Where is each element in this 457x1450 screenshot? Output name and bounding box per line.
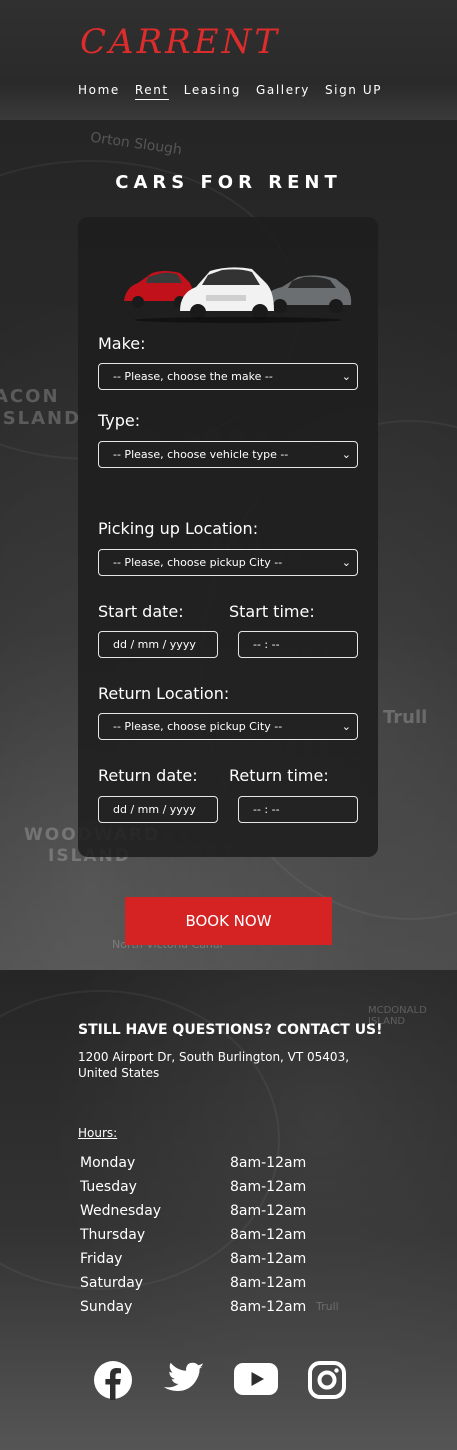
hours-row: Wednesday 8am-12am <box>80 1200 340 1224</box>
hours-row: Sunday 8am-12am <box>80 1296 340 1320</box>
hours-time: 8am-12am <box>230 1251 307 1267</box>
main-nav: Home Rent Leasing Gallery Sign UP <box>78 82 397 100</box>
youtube-icon[interactable] <box>234 1363 278 1395</box>
logo[interactable]: CARRENT <box>80 22 280 62</box>
hours-row: Thursday 8am-12am <box>80 1224 340 1248</box>
hours-time: 8am-12am <box>230 1203 307 1219</box>
type-select[interactable]: -- Please, choose vehicle type -- ⌄ <box>98 441 358 468</box>
chevron-down-icon: ⌄ <box>341 370 351 383</box>
site-footer: MCDONALD ISLAND Trull STILL HAVE QUESTIO… <box>0 970 457 1450</box>
hours-time: 8am-12am <box>230 1299 307 1315</box>
hours-day: Monday <box>80 1155 136 1171</box>
instagram-icon[interactable] <box>308 1361 346 1399</box>
cars-image <box>124 267 352 323</box>
hours-row: Monday 8am-12am <box>80 1152 340 1176</box>
site-header: CARRENT Home Rent Leasing Gallery Sign U… <box>0 0 457 120</box>
nav-leasing[interactable]: Leasing <box>184 82 241 100</box>
pickup-location-select[interactable]: -- Please, choose pickup City -- ⌄ <box>98 549 358 576</box>
nav-sign-up[interactable]: Sign UP <box>325 82 382 100</box>
map-label: MCDONALD <box>368 1005 427 1016</box>
return-location-value: -- Please, choose pickup City -- <box>113 720 283 733</box>
page-title: CARS FOR RENT <box>115 172 342 193</box>
type-select-value: -- Please, choose vehicle type -- <box>113 448 289 461</box>
chevron-down-icon: ⌄ <box>341 448 351 461</box>
nav-home[interactable]: Home <box>78 82 120 100</box>
contact-title: STILL HAVE QUESTIONS? CONTACT US! <box>78 1022 383 1038</box>
hours-time: 8am-12am <box>230 1179 307 1195</box>
pickup-location-label: Picking up Location: <box>98 519 259 538</box>
chevron-down-icon: ⌄ <box>341 720 351 733</box>
hours-day: Tuesday <box>80 1179 137 1195</box>
book-now-button[interactable]: BOOK NOW <box>125 897 332 945</box>
type-label: Type: <box>98 411 141 430</box>
hours-day: Friday <box>80 1251 123 1267</box>
map-label: Orton Slough <box>89 129 183 159</box>
nav-rent[interactable]: Rent <box>134 82 169 100</box>
twitter-icon[interactable] <box>163 1362 205 1398</box>
return-location-select[interactable]: -- Please, choose pickup City -- ⌄ <box>98 713 358 740</box>
address: 1200 Airport Dr, South Burlington, VT 05… <box>78 1050 350 1080</box>
hours-list: Monday 8am-12am Tuesday 8am-12am Wednesday… <box>80 1152 340 1320</box>
hours-time: 8am-12am <box>230 1275 307 1291</box>
hours-day: Wednesday <box>80 1203 162 1219</box>
hours-time: 8am-12am <box>230 1227 307 1243</box>
return-date-input[interactable]: dd / mm / yyyy <box>98 796 218 823</box>
hours-day: Thursday <box>80 1227 146 1243</box>
make-label: Make: <box>98 334 146 353</box>
hours-row: Saturday 8am-12am <box>80 1272 340 1296</box>
make-select[interactable]: -- Please, choose the make -- ⌄ <box>98 363 358 390</box>
hours-row: Friday 8am-12am <box>80 1248 340 1272</box>
start-date-label: Start date: <box>98 602 184 621</box>
chevron-down-icon: ⌄ <box>341 556 351 569</box>
make-select-value: -- Please, choose the make -- <box>113 370 273 383</box>
rental-form: Make: -- Please, choose the make -- ⌄ Ty… <box>78 217 378 857</box>
hours-title: Hours: <box>78 1126 118 1140</box>
map-label: Trull <box>383 707 428 728</box>
hours-day: Saturday <box>80 1275 144 1291</box>
pickup-location-value: -- Please, choose pickup City -- <box>113 556 283 569</box>
hours-day: Sunday <box>80 1299 133 1315</box>
return-date-label: Return date: <box>98 766 198 785</box>
map-label: ACON <box>0 386 60 407</box>
facebook-icon[interactable] <box>93 1360 133 1400</box>
return-time-input[interactable]: -- : -- <box>238 796 358 823</box>
hours-time: 8am-12am <box>230 1155 307 1171</box>
start-time-input[interactable]: -- : -- <box>238 631 358 658</box>
return-location-label: Return Location: <box>98 684 230 703</box>
nav-gallery[interactable]: Gallery <box>256 82 310 100</box>
rent-section: ACON ISLAND WOODWARD ISLAND Trull North … <box>0 120 457 970</box>
hours-row: Tuesday 8am-12am <box>80 1176 340 1200</box>
return-time-label: Return time: <box>229 766 329 785</box>
social-links <box>93 1360 346 1402</box>
map-label: ISLAND <box>0 408 82 429</box>
start-date-input[interactable]: dd / mm / yyyy <box>98 631 218 658</box>
start-time-label: Start time: <box>229 602 315 621</box>
